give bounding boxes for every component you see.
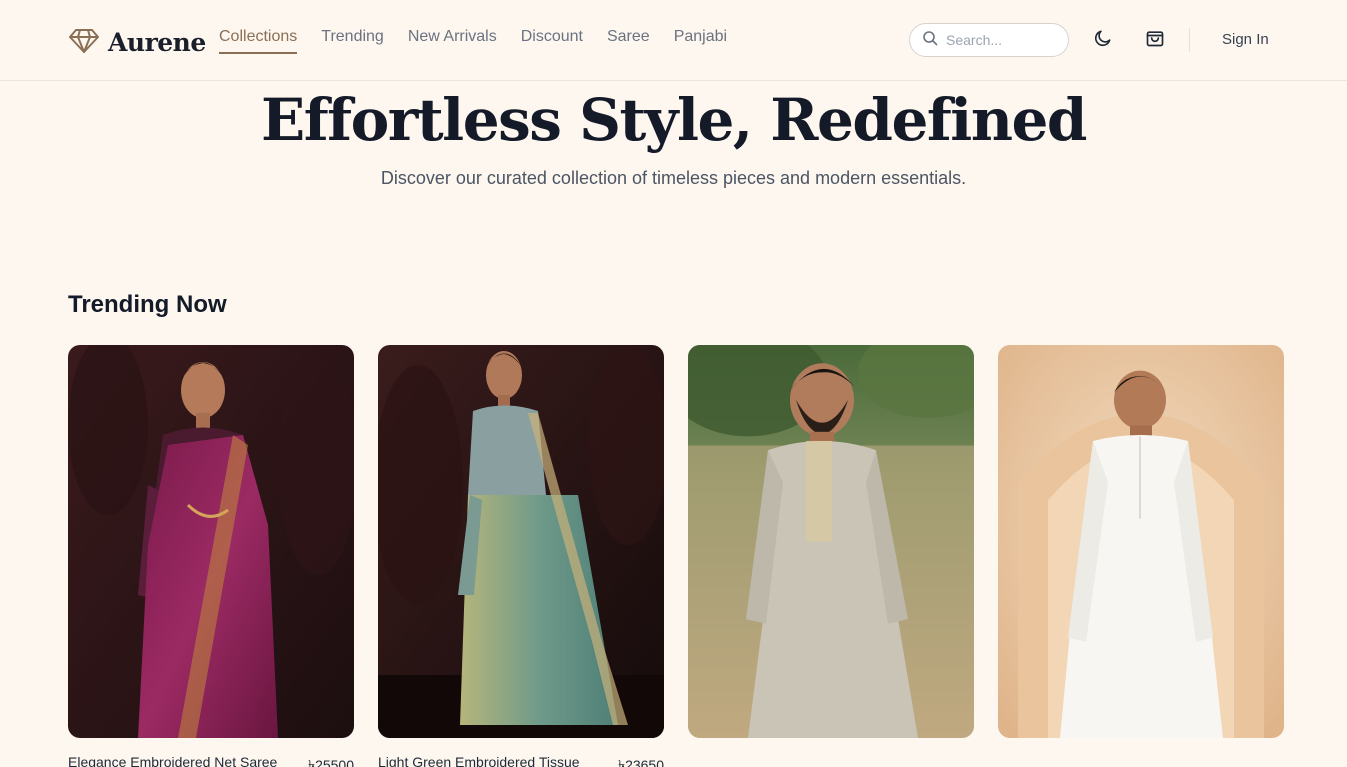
moon-icon	[1093, 30, 1113, 52]
product-image[interactable]	[998, 345, 1284, 738]
product-card[interactable]	[688, 345, 974, 738]
nav-collections[interactable]: Collections	[219, 28, 298, 54]
brand-name: Aurene	[108, 28, 206, 57]
nav-new-arrivals[interactable]: New Arrivals	[408, 28, 497, 54]
nav-discount[interactable]: Discount	[521, 28, 583, 54]
sign-in-button[interactable]: Sign In	[1222, 31, 1269, 48]
product-price: ৳23650	[618, 757, 664, 767]
search-input[interactable]	[946, 32, 1056, 48]
search-box[interactable]	[909, 23, 1069, 57]
product-card[interactable]	[998, 345, 1284, 738]
product-card[interactable]: Light Green Embroidered Tissue ৳23650	[378, 345, 664, 767]
product-image[interactable]	[688, 345, 974, 738]
trending-section-title: Trending Now	[68, 291, 227, 318]
header-divider	[1189, 28, 1190, 52]
product-price: ৳25500	[308, 757, 354, 767]
nav-saree[interactable]: Saree	[607, 28, 650, 54]
theme-toggle-button[interactable]	[1093, 28, 1117, 52]
nav-trending[interactable]: Trending	[321, 28, 384, 54]
nav-panjabi[interactable]: Panjabi	[674, 28, 727, 54]
diamond-icon	[68, 24, 100, 61]
hero-title: Effortless Style, Redefined	[261, 86, 1087, 154]
site-header: Aurene Collections Trending New Arrivals…	[0, 0, 1347, 81]
brand-logo[interactable]: Aurene	[68, 24, 206, 61]
search-icon	[922, 30, 938, 51]
cart-button[interactable]	[1145, 28, 1169, 52]
main-nav: Collections Trending New Arrivals Discou…	[219, 28, 727, 54]
shopping-bag-icon	[1145, 31, 1165, 52]
product-name: Light Green Embroidered Tissue	[378, 754, 580, 767]
product-name: Elegance Embroidered Net Saree	[68, 754, 278, 767]
product-card[interactable]: Elegance Embroidered Net Saree ৳25500	[68, 345, 354, 767]
hero-subtitle: Discover our curated collection of timel…	[380, 168, 967, 188]
product-meta: Light Green Embroidered Tissue ৳23650	[378, 754, 664, 767]
product-image[interactable]	[68, 345, 354, 738]
product-meta: Elegance Embroidered Net Saree ৳25500	[68, 754, 354, 767]
product-image[interactable]	[378, 345, 664, 738]
